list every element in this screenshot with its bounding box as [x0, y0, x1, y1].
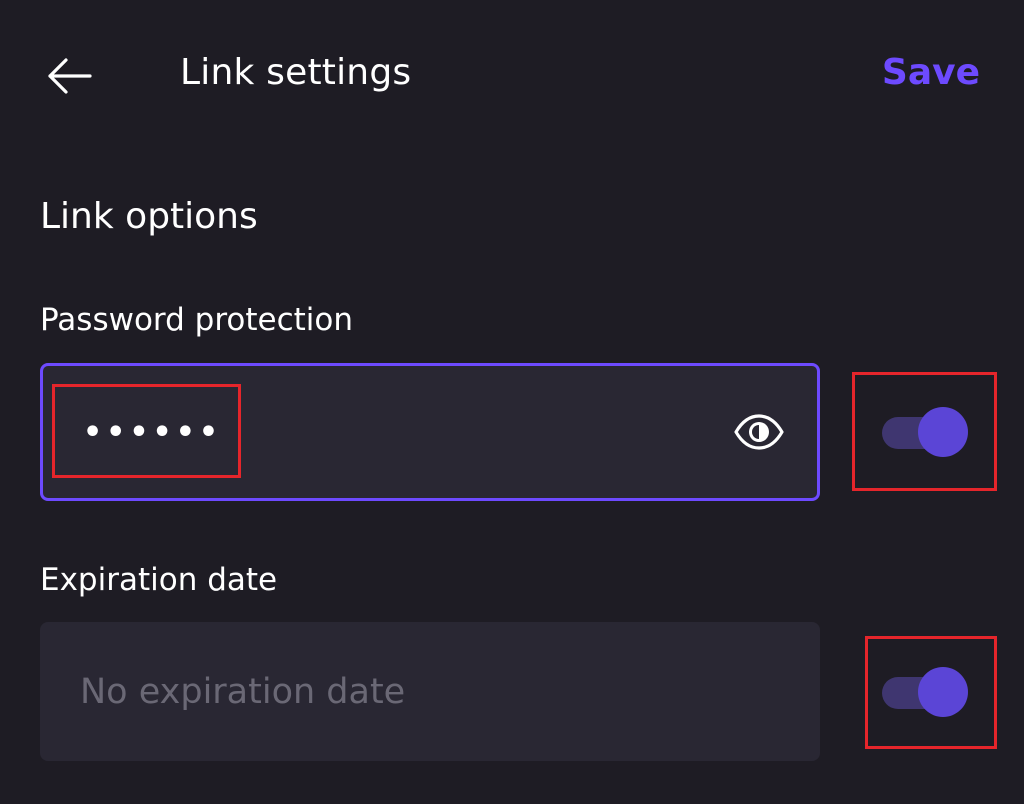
arrow-left-icon — [48, 58, 92, 94]
password-protection-label: Password protection — [40, 302, 354, 338]
expiration-date-toggle[interactable] — [882, 667, 972, 717]
expiration-date-placeholder: No expiration date — [80, 671, 406, 712]
password-input[interactable]: •••••• — [40, 363, 820, 501]
toggle-thumb — [918, 667, 968, 717]
eye-icon — [734, 414, 784, 450]
section-heading: Link options — [40, 196, 258, 237]
save-button[interactable]: Save — [882, 52, 980, 93]
toggle-thumb — [918, 407, 968, 457]
password-protection-toggle[interactable] — [882, 407, 972, 457]
page-title: Link settings — [180, 52, 412, 93]
expiration-date-label: Expiration date — [40, 562, 278, 598]
password-value: •••••• — [83, 414, 223, 450]
expiration-date-field[interactable]: No expiration date — [40, 622, 820, 761]
link-settings-screen: Link settings Save Link options Password… — [0, 0, 1024, 804]
back-button[interactable] — [40, 50, 96, 102]
show-password-button[interactable] — [731, 404, 787, 460]
